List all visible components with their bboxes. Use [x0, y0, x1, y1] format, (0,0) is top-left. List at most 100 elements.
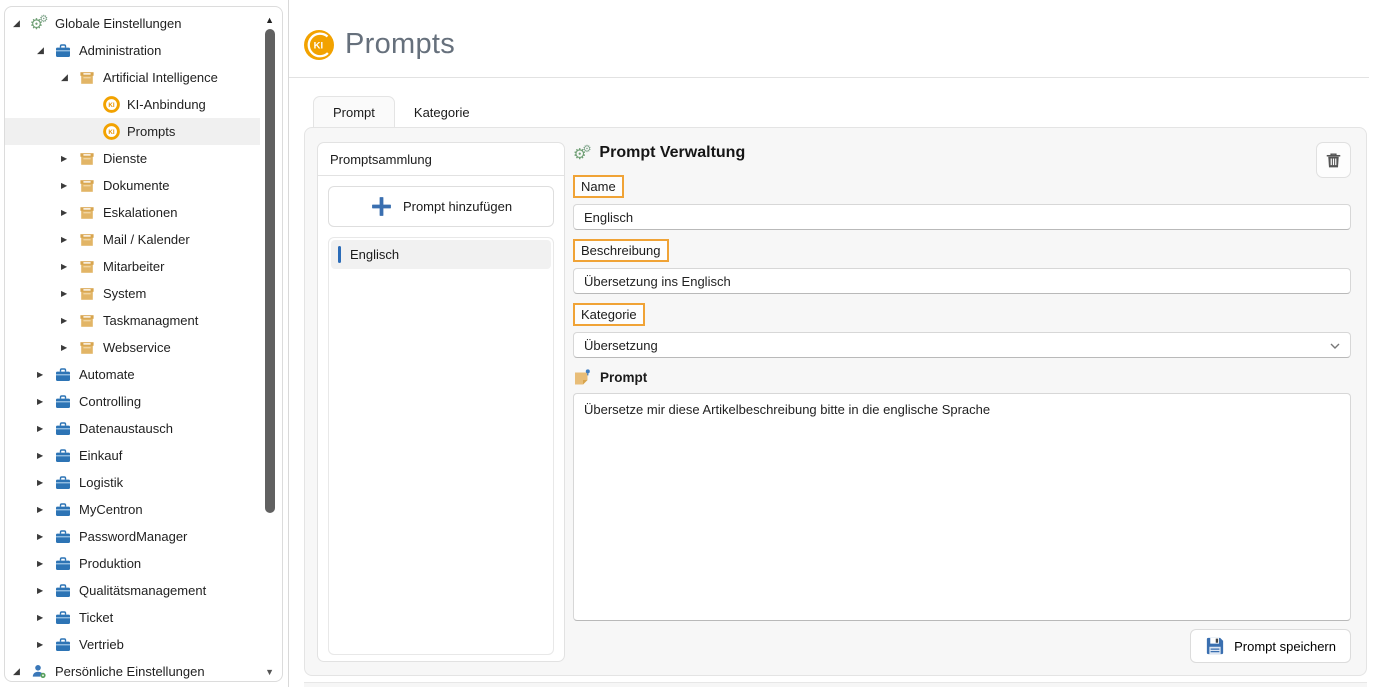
tree-item-label: Dienste: [103, 151, 147, 166]
briefcase-icon: [54, 609, 72, 627]
tree-collapsed-icon[interactable]: ▶: [37, 478, 54, 487]
tree-item-label: System: [103, 286, 146, 301]
tree-collapsed-icon[interactable]: ▶: [37, 586, 54, 595]
delete-prompt-button[interactable]: [1316, 142, 1351, 178]
prompt-textarea[interactable]: Übersetze mir diese Artikelbeschreibung …: [573, 393, 1351, 621]
tree-item-label: Produktion: [79, 556, 141, 571]
tree-item-label: Vertrieb: [79, 637, 124, 652]
tree-collapsed-icon[interactable]: ▶: [37, 613, 54, 622]
name-input[interactable]: [573, 204, 1351, 230]
tree-item-label: Administration: [79, 43, 161, 58]
tab-prompt[interactable]: Prompt: [313, 96, 395, 128]
save-prompt-button[interactable]: Prompt speichern: [1190, 629, 1351, 663]
add-prompt-label: Prompt hinzufügen: [403, 199, 512, 214]
tree-collapsed-icon[interactable]: ▶: [37, 397, 54, 406]
tree-collapsed-icon[interactable]: ▶: [61, 208, 78, 217]
tree-expanded-icon[interactable]: ◢: [13, 666, 30, 677]
tree-item-administration[interactable]: ◢ Administration: [5, 37, 260, 64]
box-icon: [78, 177, 96, 195]
tree-collapsed-icon[interactable]: ▶: [37, 370, 54, 379]
person-gear-icon: [30, 663, 48, 681]
form-title: Prompt Verwaltung: [599, 144, 745, 162]
tree-collapsed-icon[interactable]: ▶: [37, 451, 54, 460]
tree-collapsed-icon[interactable]: ▶: [61, 181, 78, 190]
tree-item-mitarbeiter[interactable]: ▶Mitarbeiter: [5, 253, 260, 280]
tree-item-pers-nliche-einstellungen[interactable]: ◢ Persönliche Einstellungen: [5, 658, 260, 682]
tree-item-prompts[interactable]: KIPrompts: [5, 118, 260, 145]
tree-collapsed-icon[interactable]: ▶: [61, 289, 78, 298]
box-icon: [78, 312, 96, 330]
tree-item-automate[interactable]: ▶Automate: [5, 361, 260, 388]
floppy-disk-icon: [1205, 636, 1225, 656]
tree-collapsed-icon[interactable]: ▶: [61, 343, 78, 352]
kategorie-select[interactable]: Übersetzung: [573, 332, 1351, 358]
tree-collapsed-icon[interactable]: ▶: [61, 235, 78, 244]
tree-expanded-icon[interactable]: ◢: [13, 18, 30, 29]
svg-text:KI: KI: [108, 102, 114, 109]
beschreibung-label: Beschreibung: [573, 239, 669, 262]
kategorie-label: Kategorie: [573, 303, 645, 326]
tree-item-ticket[interactable]: ▶ Ticket: [5, 604, 260, 631]
prompt-section-label: Prompt: [600, 370, 647, 385]
tree-collapsed-icon[interactable]: ▶: [37, 532, 54, 541]
prompt-section-header: Prompt: [573, 368, 1351, 387]
sidebar-scrollbar[interactable]: [265, 29, 275, 513]
tab-kategorie[interactable]: Kategorie: [395, 97, 489, 128]
briefcase-icon: [54, 42, 72, 60]
tree-collapsed-icon[interactable]: ▶: [37, 424, 54, 433]
tree-item-label: Controlling: [79, 394, 141, 409]
box-icon: [78, 258, 96, 276]
form-header: ⚙⚙ Prompt Verwaltung: [573, 140, 1351, 166]
beschreibung-input[interactable]: [573, 268, 1351, 294]
prompt-verwaltung-form: ⚙⚙ Prompt Verwaltung Name Beschreibung K…: [573, 140, 1351, 663]
tree-item-label: Ticket: [79, 610, 113, 625]
tab-bar: Prompt Kategorie: [313, 96, 489, 128]
tree-item-webservice[interactable]: ▶ Webservice: [5, 334, 260, 361]
tree-item-taskmanagment[interactable]: ▶Taskmanagment: [5, 307, 260, 334]
tree-item-vertrieb[interactable]: ▶ Vertrieb: [5, 631, 260, 658]
prompt-list: Englisch: [328, 237, 554, 655]
tree-collapsed-icon[interactable]: ▶: [37, 559, 54, 568]
scroll-up-icon[interactable]: ▲: [265, 15, 274, 25]
tree-item-dienste[interactable]: ▶ Dienste: [5, 145, 260, 172]
tree-collapsed-icon[interactable]: ▶: [61, 154, 78, 163]
plus-icon: [370, 195, 393, 218]
tree-expanded-icon[interactable]: ◢: [61, 72, 78, 83]
box-icon: [78, 339, 96, 357]
tree-collapsed-icon[interactable]: ▶: [37, 640, 54, 649]
tree-item-label: Prompts: [127, 124, 175, 139]
tree-item-logistik[interactable]: ▶Logistik: [5, 469, 260, 496]
tree-item-einkauf[interactable]: ▶Einkauf: [5, 442, 260, 469]
briefcase-icon: [54, 447, 72, 465]
tree-item-label: MyCentron: [79, 502, 143, 517]
gears-icon: ⚙⚙: [573, 145, 591, 162]
tree-item-artificial-intelligence[interactable]: ◢Artificial Intelligence: [5, 64, 260, 91]
tree-collapsed-icon[interactable]: ▶: [61, 262, 78, 271]
scroll-down-icon[interactable]: ▼: [265, 667, 274, 677]
tree-collapsed-icon[interactable]: ▶: [37, 505, 54, 514]
tree-item-label: Persönliche Einstellungen: [55, 664, 205, 679]
tree-collapsed-icon[interactable]: ▶: [61, 316, 78, 325]
tree-item-produktion[interactable]: ▶ Produktion: [5, 550, 260, 577]
tree-item-mycentron[interactable]: ▶ MyCentron: [5, 496, 260, 523]
tree-item-label: Webservice: [103, 340, 171, 355]
tree-expanded-icon[interactable]: ◢: [37, 45, 54, 56]
tree-item-mail-kalender[interactable]: ▶Mail / Kalender: [5, 226, 260, 253]
tree-item-dokumente[interactable]: ▶Dokumente: [5, 172, 260, 199]
ki-icon: KI: [102, 96, 120, 114]
tree-item-globale-einstellungen[interactable]: ◢⚙⚙Globale Einstellungen: [5, 10, 260, 37]
briefcase-icon: [54, 393, 72, 411]
tree-item-controlling[interactable]: ▶ Controlling: [5, 388, 260, 415]
prompt-list-item-englisch[interactable]: Englisch: [331, 240, 551, 269]
tree-item-passwordmanager[interactable]: ▶PasswordManager: [5, 523, 260, 550]
tree-item-eskalationen[interactable]: ▶Eskalationen: [5, 199, 260, 226]
tree-item-ki-anbindung[interactable]: KIKI-Anbindung: [5, 91, 260, 118]
tree-item-qualit-tsmanagement[interactable]: ▶Qualitätsmanagement: [5, 577, 260, 604]
tree-item-system[interactable]: ▶ System: [5, 280, 260, 307]
header-divider: [289, 77, 1369, 78]
box-icon: [78, 285, 96, 303]
add-prompt-button[interactable]: Prompt hinzufügen: [328, 186, 554, 227]
tree-item-datenaustausch[interactable]: ▶Datenaustausch: [5, 415, 260, 442]
settings-tree: ◢⚙⚙Globale Einstellungen◢Administration◢…: [5, 10, 260, 682]
promptsammlung-title: Promptsammlung: [318, 143, 564, 176]
